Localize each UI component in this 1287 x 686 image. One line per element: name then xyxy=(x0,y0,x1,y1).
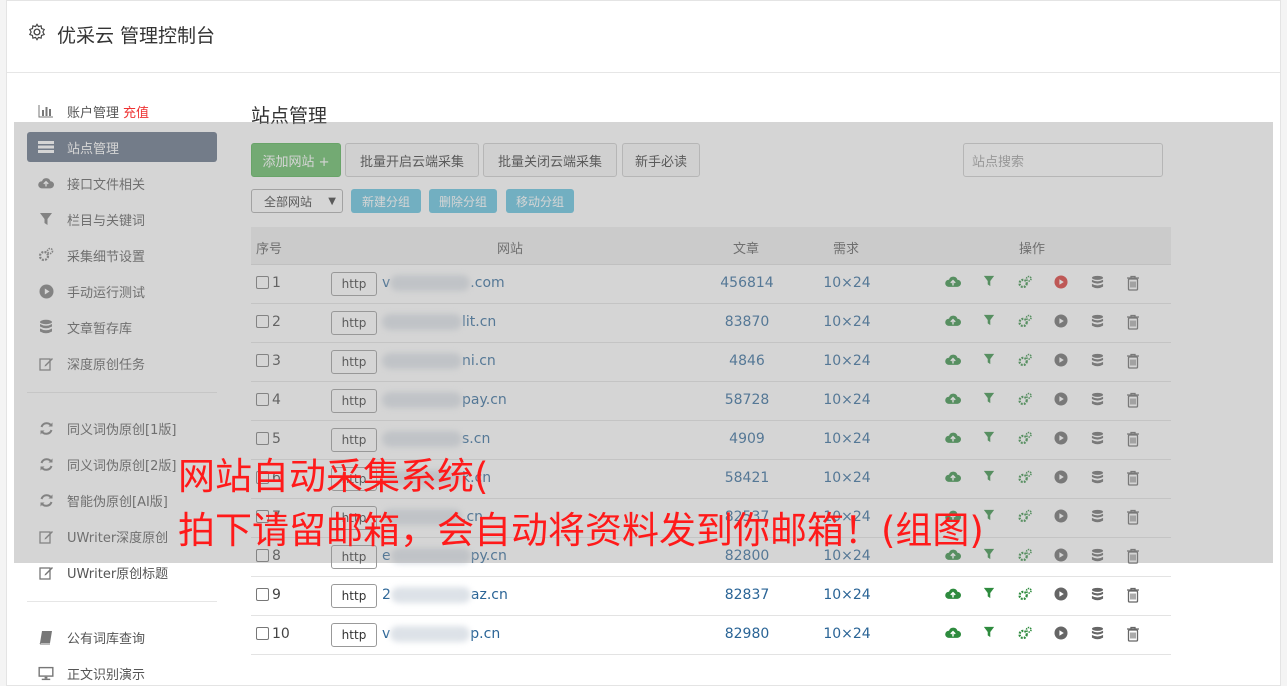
filter-icon[interactable] xyxy=(971,626,1007,644)
trash-icon[interactable] xyxy=(1115,626,1151,644)
cogs-icon[interactable] xyxy=(1007,626,1043,644)
need-link[interactable]: 10×24 xyxy=(811,626,883,642)
top-bar: 优采云 管理控制台 xyxy=(7,1,1280,73)
row-operations xyxy=(935,626,1151,644)
site-link[interactable]: v p.cn xyxy=(382,626,500,642)
http-button[interactable]: http xyxy=(331,584,377,608)
watermark-line-2: 拍下请留邮箱，会自动将资料发到你邮箱！(组图) xyxy=(178,509,984,552)
sidebar-item-text-recognition[interactable]: 正文识别演示 xyxy=(27,658,217,686)
sidebar-item-label: UWriter原创标题 xyxy=(67,566,169,582)
article-count-link[interactable]: 82837 xyxy=(711,587,783,603)
sidebar-item-public-lexicon[interactable]: 公有词库查询 xyxy=(27,622,217,652)
monitor-icon xyxy=(38,665,54,681)
http-button[interactable]: http xyxy=(331,623,377,647)
site-prefix: 2 xyxy=(382,587,391,603)
filter-icon[interactable] xyxy=(971,587,1007,605)
row-index: 9 xyxy=(272,587,281,603)
recharge-link[interactable]: 充值 xyxy=(123,102,149,121)
row-index: 10 xyxy=(272,626,290,642)
sidebar-item-label: 账户管理 xyxy=(67,105,120,121)
play-circle-icon[interactable] xyxy=(1043,587,1079,605)
edit-icon xyxy=(38,564,54,580)
book-icon xyxy=(38,629,54,645)
sidebar-item-label: 公有词库查询 xyxy=(67,631,146,647)
redacted-domain xyxy=(390,587,471,603)
site-link[interactable]: 2 az.cn xyxy=(382,587,508,603)
site-prefix: v xyxy=(382,626,391,642)
database-icon[interactable] xyxy=(1079,587,1115,605)
trash-icon[interactable] xyxy=(1115,587,1151,605)
table-row: 9 http 2 az.cn 82837 10×24 xyxy=(251,577,1171,616)
row-checkbox[interactable] xyxy=(256,627,269,640)
redacted-domain xyxy=(390,626,471,642)
article-count-link[interactable]: 82980 xyxy=(711,626,783,642)
row-operations xyxy=(935,587,1151,605)
table-row: 10 http v p.cn 82980 10×24 xyxy=(251,616,1171,655)
watermark-line-1: 网站自动采集系统( xyxy=(178,455,489,498)
app-title: 优采云 管理控制台 xyxy=(57,25,216,47)
cogs-icon[interactable] xyxy=(1007,587,1043,605)
cloud-upload-icon[interactable] xyxy=(935,626,971,644)
gear-icon xyxy=(28,23,46,41)
cloud-upload-icon[interactable] xyxy=(935,587,971,605)
row-checkbox[interactable] xyxy=(256,588,269,601)
play-circle-icon[interactable] xyxy=(1043,626,1079,644)
bar-chart-icon xyxy=(38,103,54,119)
sidebar-item-label: 正文识别演示 xyxy=(67,667,146,683)
site-suffix: p.cn xyxy=(470,626,501,642)
sidebar-divider xyxy=(27,601,217,602)
need-link[interactable]: 10×24 xyxy=(811,587,883,603)
site-suffix: az.cn xyxy=(470,587,508,603)
database-icon[interactable] xyxy=(1079,626,1115,644)
